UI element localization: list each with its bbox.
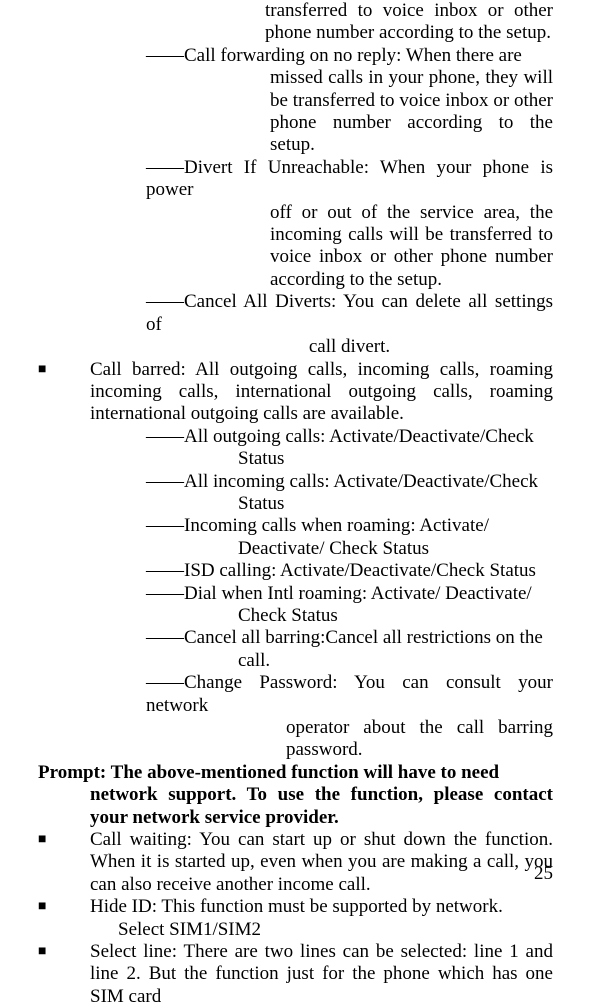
- continuation-text: transferred to voice inbox or other phon…: [38, 0, 553, 45]
- dash-item-all-outgoing: ――All outgoing calls: Activate/Deactivat…: [38, 426, 553, 448]
- bullet-call-waiting: ■ Call waiting: You can start up or shut…: [38, 829, 553, 896]
- dash-item-body: missed calls in your phone, they will be…: [38, 67, 553, 157]
- dash-item-body: Status: [38, 448, 553, 470]
- prompt-body: network support. To use the function, pl…: [38, 784, 553, 829]
- dash-item-dial-intl-roaming: ――Dial when Intl roaming: Activate/ Deac…: [38, 583, 553, 605]
- dash-item-all-incoming: ――All incoming calls: Activate/Deactivat…: [38, 471, 553, 493]
- hide-id-subtext: Select SIM1/SIM2: [38, 919, 553, 941]
- dash-item-body: Deactivate/ Check Status: [38, 538, 553, 560]
- dash-item-incoming-roaming: ――Incoming calls when roaming: Activate/: [38, 515, 553, 537]
- prompt-heading: Prompt: The above-mentioned function wil…: [38, 762, 553, 784]
- bullet-call-barred: ■ Call barred: All outgoing calls, incom…: [38, 359, 553, 426]
- dash-item-body: Check Status: [38, 605, 553, 627]
- dash-item-body: off or out of the service area, the inco…: [38, 202, 553, 292]
- dash-item-body: call divert.: [38, 336, 553, 358]
- dash-item-change-password: ――Change Password: You can consult your …: [38, 672, 553, 717]
- dash-item-isd-calling: ――ISD calling: Activate/Deactivate/Check…: [38, 560, 553, 582]
- bullet-body: Hide ID: This function must be supported…: [90, 896, 553, 918]
- dash-item-divert-unreachable: ――Divert If Unreachable: When your phone…: [38, 157, 553, 202]
- square-bullet-icon: ■: [38, 359, 90, 426]
- square-bullet-icon: ■: [38, 941, 90, 1008]
- dash-item-call-forward-no-reply: ――Call forwarding on no reply: When ther…: [38, 45, 553, 67]
- bullet-hide-id: ■ Hide ID: This function must be support…: [38, 896, 553, 918]
- dash-item-body: operator about the call barring password…: [38, 717, 553, 762]
- page-number: 25: [534, 863, 553, 885]
- bullet-select-line: ■ Select line: There are two lines can b…: [38, 941, 553, 1008]
- dash-item-body: call.: [38, 650, 553, 672]
- square-bullet-icon: ■: [38, 896, 90, 918]
- square-bullet-icon: ■: [38, 829, 90, 896]
- bullet-body: Select line: There are two lines can be …: [90, 941, 553, 1008]
- bullet-body: Call barred: All outgoing calls, incomin…: [90, 359, 553, 426]
- dash-item-cancel-barring: ――Cancel all barring:Cancel all restrict…: [38, 627, 553, 649]
- dash-item-cancel-diverts: ――Cancel All Diverts: You can delete all…: [38, 291, 553, 336]
- bullet-body: Call waiting: You can start up or shut d…: [90, 829, 553, 896]
- dash-item-body: Status: [38, 493, 553, 515]
